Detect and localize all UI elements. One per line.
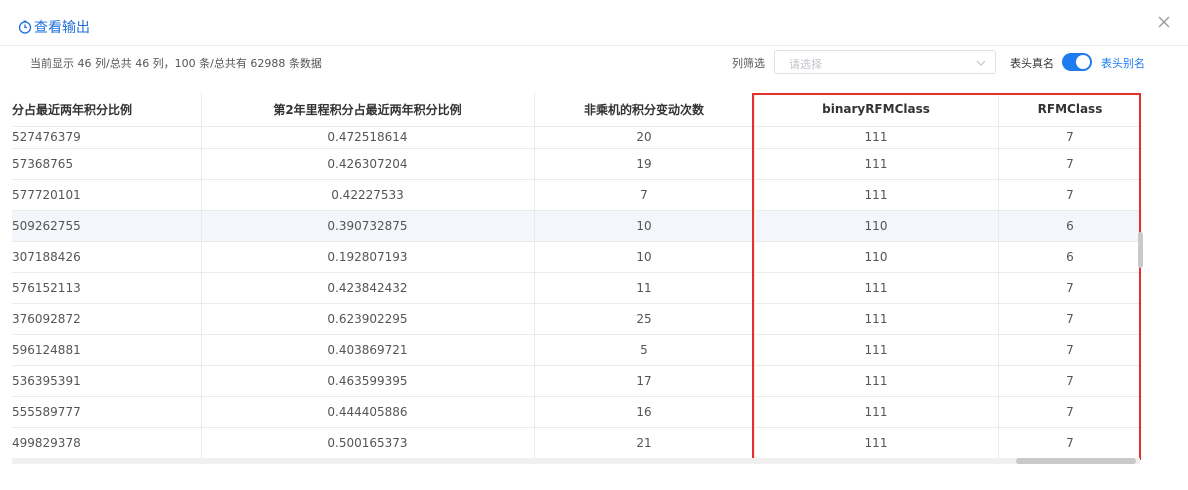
table-cell: 111 bbox=[754, 126, 999, 149]
column-header[interactable]: 分占最近两年积分比例 bbox=[12, 93, 202, 127]
table-cell: 555589777 bbox=[12, 396, 202, 428]
table-cell: 111 bbox=[754, 427, 999, 459]
table-cell: 6 bbox=[998, 241, 1142, 273]
horizontal-scrollbar-track[interactable] bbox=[12, 458, 1140, 464]
column-filter-select[interactable]: 请选择 bbox=[774, 50, 996, 74]
table-row[interactable]: 307188426 0.192807193 10 110 6 bbox=[12, 241, 1142, 273]
table-cell: 307188426 bbox=[12, 241, 202, 273]
table-cell: 5 bbox=[534, 334, 755, 366]
table-cell: 7 bbox=[998, 148, 1142, 180]
table-header-row: 分占最近两年积分比例 第2年里程积分占最近两年积分比例 非乘机的积分变动次数 b… bbox=[12, 93, 1142, 127]
table-cell: 17 bbox=[534, 365, 755, 397]
table-cell: 21 bbox=[534, 427, 755, 459]
table-cell: 7 bbox=[534, 179, 755, 211]
table-cell: 111 bbox=[754, 148, 999, 180]
close-icon[interactable] bbox=[1156, 14, 1172, 30]
table-cell: 7 bbox=[998, 126, 1142, 149]
table-cell: 16 bbox=[534, 396, 755, 428]
column-header[interactable]: binaryRFMClass bbox=[754, 93, 999, 127]
header-name-toggle[interactable] bbox=[1062, 53, 1092, 71]
table-cell: 0.500165373 bbox=[201, 427, 535, 459]
table-row[interactable]: 57368765 0.426307204 19 111 7 bbox=[12, 148, 1142, 180]
table-cell: 7 bbox=[998, 179, 1142, 211]
table-cell: 57368765 bbox=[12, 148, 202, 180]
table-cell: 7 bbox=[998, 334, 1142, 366]
table-cell: 111 bbox=[754, 334, 999, 366]
column-header[interactable]: 非乘机的积分变动次数 bbox=[534, 93, 755, 127]
table-cell: 7 bbox=[998, 396, 1142, 428]
table-row[interactable]: 576152113 0.423842432 11 111 7 bbox=[12, 272, 1142, 304]
column-filter-label: 列筛选 bbox=[732, 57, 765, 70]
table-row[interactable]: 536395391 0.463599395 17 111 7 bbox=[12, 365, 1142, 397]
dialog-title-text: 查看输出 bbox=[34, 20, 90, 36]
clock-icon bbox=[18, 20, 32, 34]
column-filter-placeholder: 请选择 bbox=[789, 58, 822, 71]
table-cell: 576152113 bbox=[12, 272, 202, 304]
table-row[interactable]: 376092872 0.623902295 25 111 7 bbox=[12, 303, 1142, 335]
vertical-scrollbar[interactable] bbox=[1138, 232, 1143, 268]
table-cell: 10 bbox=[534, 241, 755, 273]
table-cell: 527476379 bbox=[12, 126, 202, 149]
header-realname-label: 表头真名 bbox=[1010, 57, 1054, 70]
dialog-header: 查看输出 bbox=[0, 0, 1188, 46]
table-row[interactable]: 499829378 0.500165373 21 111 7 bbox=[12, 427, 1142, 459]
table-cell: 110 bbox=[754, 241, 999, 273]
horizontal-scrollbar-thumb[interactable] bbox=[1016, 458, 1136, 464]
table-cell: 111 bbox=[754, 272, 999, 304]
table-row[interactable]: 577720101 0.42227533 7 111 7 bbox=[12, 179, 1142, 211]
table-cell: 0.426307204 bbox=[201, 148, 535, 180]
column-header[interactable]: RFMClass bbox=[998, 93, 1142, 127]
table-cell: 111 bbox=[754, 365, 999, 397]
table-cell: 7 bbox=[998, 303, 1142, 335]
table-cell: 7 bbox=[998, 427, 1142, 459]
toggle-knob bbox=[1076, 55, 1090, 69]
table-cell: 536395391 bbox=[12, 365, 202, 397]
table-cell: 0.423842432 bbox=[201, 272, 535, 304]
table-cell: 0.390732875 bbox=[201, 210, 535, 242]
table-cell: 0.472518614 bbox=[201, 126, 535, 149]
table-cell: 509262755 bbox=[12, 210, 202, 242]
table-cell: 0.444405886 bbox=[201, 396, 535, 428]
table-cell: 25 bbox=[534, 303, 755, 335]
column-header[interactable]: 第2年里程积分占最近两年积分比例 bbox=[201, 93, 535, 127]
table-cell: 577720101 bbox=[12, 179, 202, 211]
table-cell: 6 bbox=[998, 210, 1142, 242]
table-cell: 0.42227533 bbox=[201, 179, 535, 211]
table-cell: 7 bbox=[998, 365, 1142, 397]
table-cell: 20 bbox=[534, 126, 755, 149]
data-summary: 当前显示 46 列/总共 46 列，100 条/总共有 62988 条数据 bbox=[30, 57, 322, 70]
table-row[interactable]: 555589777 0.444405886 16 111 7 bbox=[12, 396, 1142, 428]
header-alias-label[interactable]: 表头别名 bbox=[1101, 55, 1145, 71]
table-row[interactable]: 509262755 0.390732875 10 110 6 bbox=[12, 210, 1142, 242]
dialog-title: 查看输出 bbox=[18, 17, 90, 37]
table-cell: 0.463599395 bbox=[201, 365, 535, 397]
table-row[interactable]: 596124881 0.403869721 5 111 7 bbox=[12, 334, 1142, 366]
table-cell: 111 bbox=[754, 303, 999, 335]
table-cell: 0.623902295 bbox=[201, 303, 535, 335]
chevron-down-icon bbox=[976, 60, 986, 66]
table-cell: 19 bbox=[534, 148, 755, 180]
table-cell: 499829378 bbox=[12, 427, 202, 459]
table-cell: 0.192807193 bbox=[201, 241, 535, 273]
table-cell: 10 bbox=[534, 210, 755, 242]
table-row[interactable]: 527476379 0.472518614 20 111 7 bbox=[12, 126, 1142, 149]
data-table: 分占最近两年积分比例 第2年里程积分占最近两年积分比例 非乘机的积分变动次数 b… bbox=[12, 93, 1142, 465]
table-cell: 111 bbox=[754, 179, 999, 211]
table-cell: 596124881 bbox=[12, 334, 202, 366]
table-cell: 376092872 bbox=[12, 303, 202, 335]
table-cell: 110 bbox=[754, 210, 999, 242]
table-cell: 11 bbox=[534, 272, 755, 304]
table-cell: 7 bbox=[998, 272, 1142, 304]
table-cell: 111 bbox=[754, 396, 999, 428]
table-cell: 0.403869721 bbox=[201, 334, 535, 366]
